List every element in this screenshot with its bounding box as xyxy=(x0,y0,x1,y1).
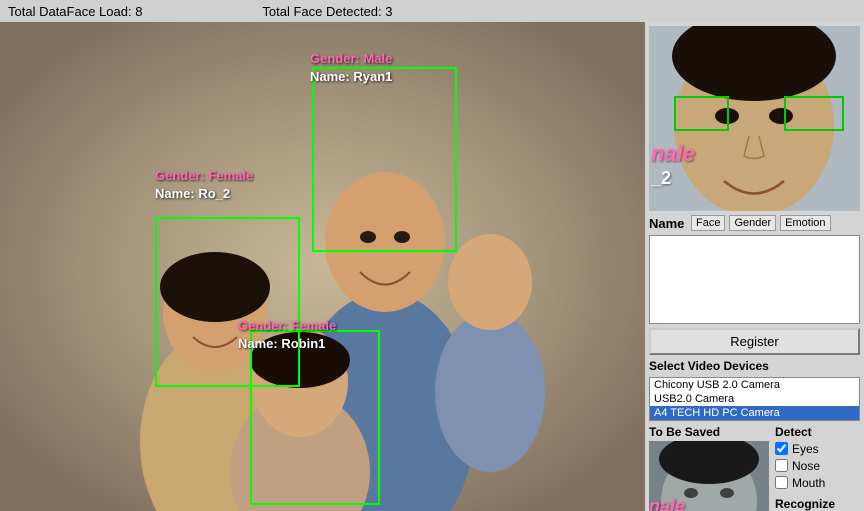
saved-preview: nale _2 xyxy=(649,441,769,511)
device-item-usb[interactable]: USB2.0 Camera xyxy=(650,392,859,406)
preview-gender-overlay: nale xyxy=(651,141,695,167)
to-be-saved-label: To Be Saved xyxy=(649,425,769,439)
detect-nose-checkbox[interactable] xyxy=(775,459,788,472)
name-row: Name Face Gender Emotion xyxy=(649,215,860,231)
name-input[interactable] xyxy=(649,235,860,324)
face-preview: nale _2 xyxy=(649,26,860,211)
detect-mouth-row: Mouth xyxy=(775,476,836,490)
options-panel: Detect Eyes Nose Mouth Recognize Gender xyxy=(773,425,838,508)
detect-eyes-label: Eyes xyxy=(792,442,819,456)
register-button[interactable]: Register xyxy=(649,328,860,355)
detect-eyes-row: Eyes xyxy=(775,442,836,456)
face-label-robin: Gender: Female Name: Robin1 xyxy=(238,317,336,353)
face-robin-name: Name: Robin1 xyxy=(238,335,336,353)
eye-box-right xyxy=(784,96,844,131)
faces-detected-text: Total Face Detected: 3 xyxy=(262,4,392,19)
face-ryan-gender: Gender: Male xyxy=(310,50,392,68)
eye-box-left xyxy=(674,96,729,131)
camera-feed: Gender: Male Name: Ryan1 Gender: Female … xyxy=(0,22,645,511)
detect-label: Detect xyxy=(775,425,836,439)
detect-eyes-checkbox[interactable] xyxy=(775,442,788,455)
face-ro-name: Name: Ro_2 xyxy=(155,185,253,203)
device-item-a4tech[interactable]: A4 TECH HD PC Camera xyxy=(650,406,859,420)
name-label: Name xyxy=(649,216,687,231)
bottom-left: To Be Saved nale _2 xyxy=(649,425,769,508)
face-label-ryan: Gender: Male Name: Ryan1 xyxy=(310,50,392,86)
preview-name-overlay: _2 xyxy=(651,168,671,189)
detect-mouth-label: Mouth xyxy=(792,476,825,490)
detect-nose-row: Nose xyxy=(775,459,836,473)
device-list: Chicony USB 2.0 Camera USB2.0 Camera A4 … xyxy=(649,377,860,421)
recognize-label: Recognize xyxy=(775,497,836,511)
detect-mouth-checkbox[interactable] xyxy=(775,476,788,489)
dataface-load-text: Total DataFace Load: 8 xyxy=(8,4,142,19)
main-content: Gender: Male Name: Ryan1 Gender: Female … xyxy=(0,22,864,511)
tab-emotion[interactable]: Emotion xyxy=(780,215,830,231)
tab-face[interactable]: Face xyxy=(691,215,725,231)
device-item-chicony[interactable]: Chicony USB 2.0 Camera xyxy=(650,378,859,392)
face-box-robin xyxy=(250,330,380,505)
face-ryan-name: Name: Ryan1 xyxy=(310,68,392,86)
face-label-ro: Gender: Female Name: Ro_2 xyxy=(155,167,253,203)
top-bar: Total DataFace Load: 8 Total Face Detect… xyxy=(0,0,864,22)
face-robin-gender: Gender: Female xyxy=(238,317,336,335)
bottom-section: To Be Saved nale _2 xyxy=(649,425,860,508)
right-panel: nale _2 Name Face Gender Emotion Registe… xyxy=(645,22,864,511)
video-devices-label: Select Video Devices xyxy=(649,359,860,373)
detect-nose-label: Nose xyxy=(792,459,820,473)
face-ro-gender: Gender: Female xyxy=(155,167,253,185)
saved-gender-overlay: nale xyxy=(649,496,685,511)
face-box-ryan xyxy=(312,67,457,252)
tab-gender[interactable]: Gender xyxy=(729,215,776,231)
